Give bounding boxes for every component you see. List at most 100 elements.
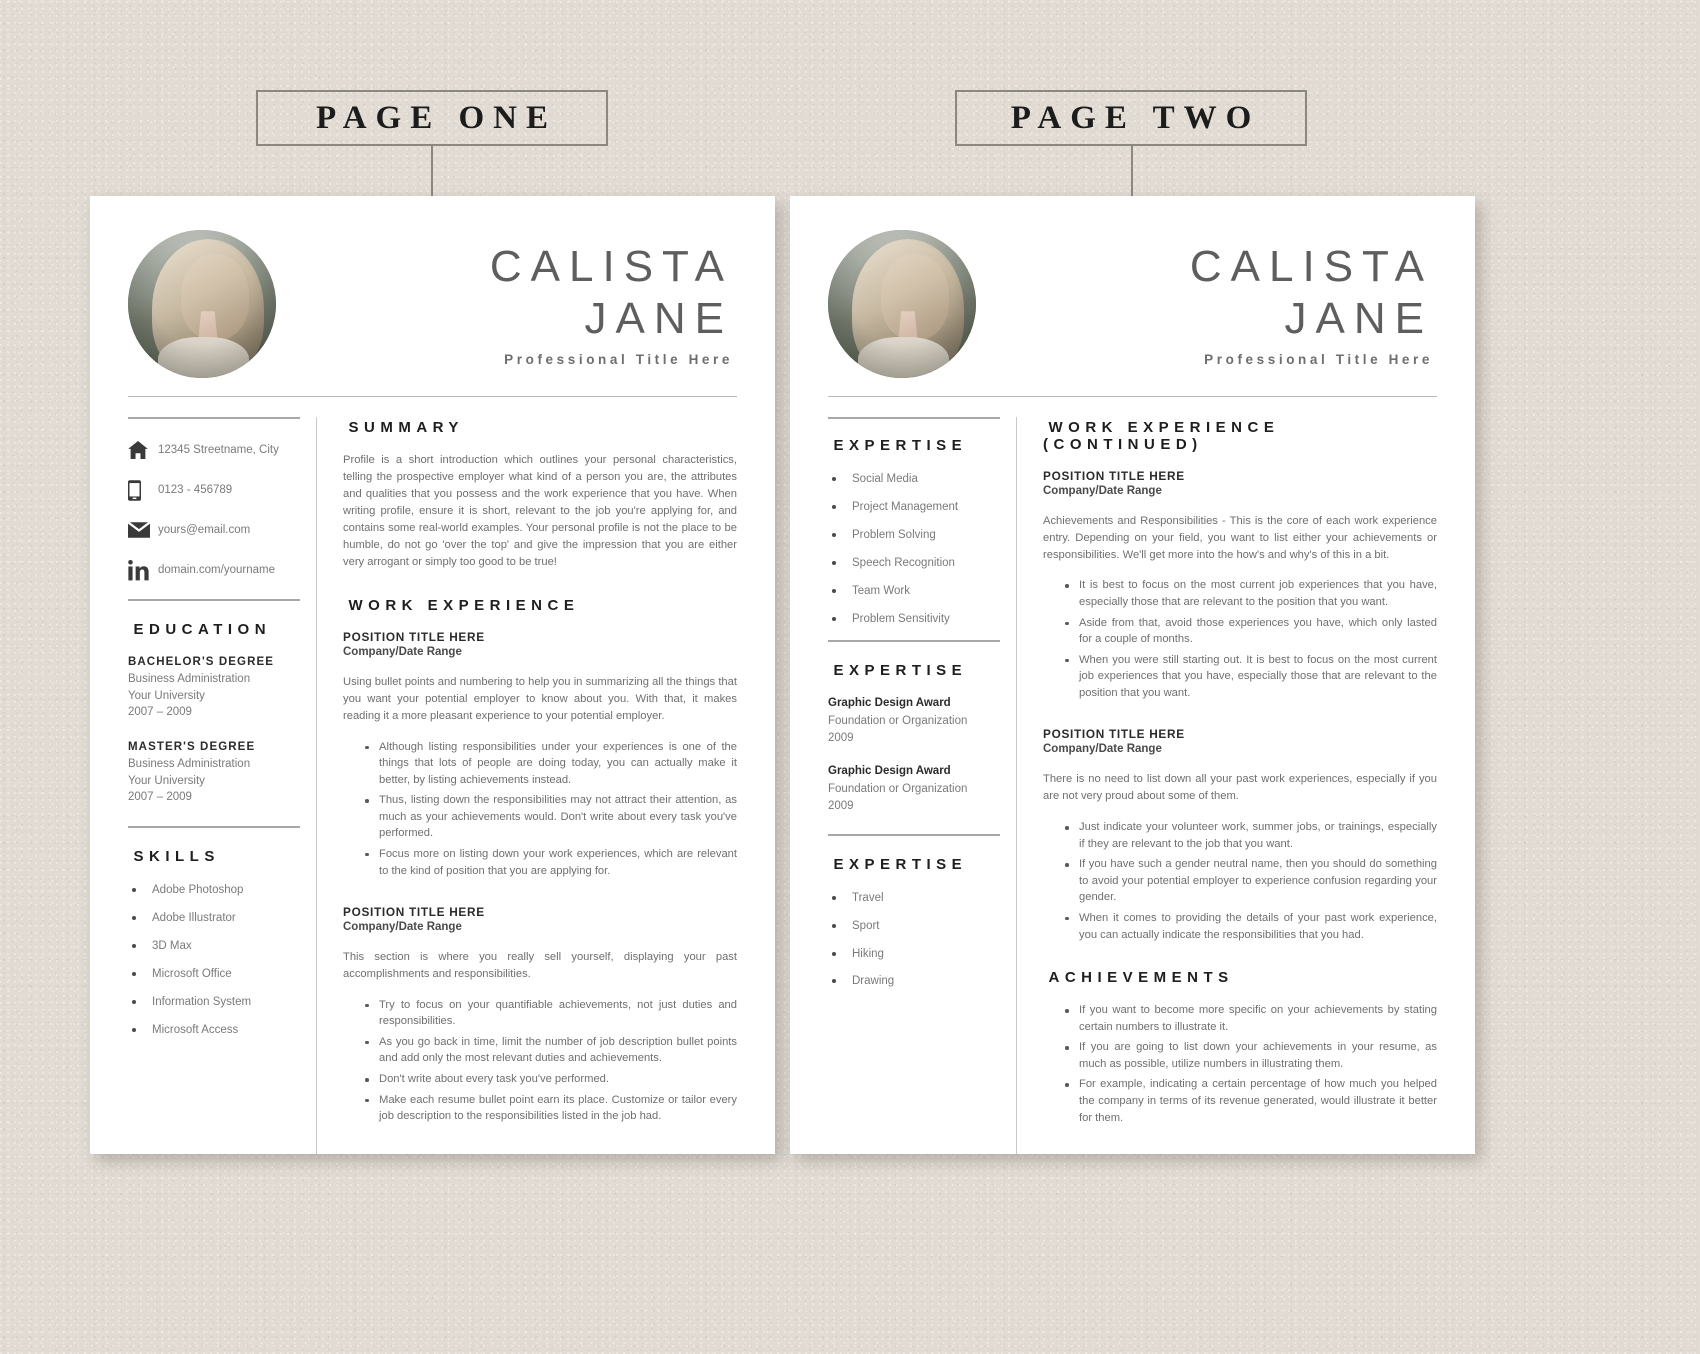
page-two-badge-stem [1131, 146, 1133, 198]
education-list: BACHELOR'S DEGREE Business Administration… [128, 656, 300, 806]
job-bullet: If you have such a gender neutral name, … [1043, 856, 1437, 906]
work-experience-heading: WORK EXPERIENCE [348, 597, 580, 615]
skill-item: Microsoft Access [128, 1023, 300, 1038]
expertise-divider-top [828, 417, 1000, 419]
page-one-header: CALISTA JANE Professional Title Here [128, 230, 737, 396]
skills-list: Adobe Photoshop Adobe Illustrator 3D Max Mi… [128, 883, 300, 1038]
job-bullet-list: Just indicate your volunteer work, summe… [1043, 819, 1437, 943]
job-header: POSITION TITLE HERE Company/Date Range [343, 905, 737, 933]
page-two-badge-label: PAGE TWO [1010, 99, 1261, 136]
award-organization: Foundation or Organization [828, 783, 968, 796]
summary-heading: SUMMARY [348, 419, 464, 436]
header-divider [828, 396, 1437, 397]
expertise-interests-heading: EXPERTISE [833, 855, 968, 873]
contact-row[interactable]: 0123 - 456789 [128, 477, 300, 503]
professional-title: Professional Title Here [504, 352, 733, 368]
page-one-main: SUMMARY Profile is a short introduction … [316, 417, 737, 1154]
job-bullet: It is best to focus on the most current … [1043, 577, 1437, 610]
name-block: CALISTA JANE Professional Title Here [481, 241, 737, 368]
job-entry: POSITION TITLE HERE Company/Date Range Usi… [343, 630, 737, 879]
education-school: Your University [128, 774, 205, 787]
job-company: Company/Date Range [1043, 485, 1162, 497]
job-bullet: Just indicate your volunteer work, summe… [1043, 819, 1437, 852]
education-divider [128, 599, 300, 601]
job-header: POSITION TITLE HERE Company/Date Range [1043, 469, 1437, 497]
contact-row[interactable]: domain.com/yourname [128, 557, 300, 583]
first-name: CALISTA [1189, 241, 1433, 291]
skills-divider [128, 826, 300, 829]
job-title: POSITION TITLE HERE [343, 630, 485, 645]
skills-heading: SKILLS [133, 848, 220, 866]
job-intro: There is no need to list down all your p… [1043, 773, 1437, 803]
job-bullet: Focus more on listing down your work exp… [343, 846, 737, 879]
education-field: Business Administration [128, 673, 251, 685]
skill-item: Information System [128, 995, 300, 1010]
phone-icon [128, 479, 158, 501]
achievement-bullet: For example, indicating a certain percen… [1043, 1076, 1437, 1126]
award-item: Graphic Design Award Foundation or Organi… [828, 765, 1000, 816]
interest-item: Travel [828, 891, 1000, 906]
job-bullet: When it comes to providing the details o… [1043, 910, 1437, 943]
last-name: JANE [1284, 294, 1433, 343]
job-intro: Using bullet points and numbering to hel… [343, 676, 737, 722]
page-two-main: WORK EXPERIENCE (CONTINUED) POSITION TIT… [1016, 417, 1437, 1154]
job-header: POSITION TITLE HERE Company/Date Range [1043, 727, 1437, 755]
expertise-awards-heading: EXPERTISE [833, 661, 968, 679]
skill-item: Adobe Illustrator [128, 911, 300, 926]
page-one-badge-label: PAGE ONE [316, 99, 557, 136]
first-name: CALISTA [489, 241, 733, 291]
interest-item: Drawing [828, 974, 1000, 989]
skill-item: Microsoft Office [128, 967, 300, 982]
resume-page-one: CALISTA JANE Professional Title Here 123… [90, 196, 775, 1154]
professional-title: Professional Title Here [1204, 352, 1433, 368]
achievement-bullet: If you want to become more specific on y… [1043, 1002, 1437, 1035]
expertise-item: Speech Recognition [828, 556, 1000, 571]
contact-row[interactable]: yours@email.com [128, 517, 300, 543]
education-item: BACHELOR'S DEGREE Business Administration… [128, 656, 300, 721]
job-company: Company/Date Range [343, 921, 462, 934]
award-name: Graphic Design Award [828, 765, 951, 778]
work-experience-continued-heading: WORK EXPERIENCE (CONTINUED) [1043, 419, 1280, 453]
envelope-icon [128, 522, 158, 538]
expertise-skills-heading: EXPERTISE [833, 437, 968, 454]
contact-row[interactable]: 12345 Streetname, City [128, 437, 300, 463]
job-bullet: Aside from that, avoid those experiences… [1043, 615, 1437, 648]
achievement-bullet: If you are going to list down your achie… [1043, 1039, 1437, 1072]
contact-list: 12345 Streetname, City 0123 - 456789 yours… [128, 437, 300, 583]
award-name: Graphic Design Award [828, 696, 951, 709]
page-one-sidebar: 12345 Streetname, City 0123 - 456789 yours… [128, 417, 316, 1154]
expertise-interests-list: Travel Sport Hiking Drawing [828, 891, 1000, 990]
job-intro: This section is where you really sell yo… [343, 951, 737, 980]
expertise-awards-divider [828, 639, 1000, 642]
summary-text: Profile is a short introduction which ou… [343, 454, 737, 569]
work-experience-list: POSITION TITLE HERE Company/Date Range Usi… [343, 630, 737, 1125]
achievements-heading: ACHIEVEMENTS [1048, 969, 1234, 987]
expertise-item: Project Management [828, 500, 1000, 515]
work-experience-continued-list: POSITION TITLE HERE Company/Date Range Ach… [1043, 469, 1437, 943]
education-years: 2007 – 2009 [128, 706, 192, 719]
award-organization: Foundation or Organization [828, 714, 968, 727]
job-header: POSITION TITLE HERE Company/Date Range [343, 630, 737, 658]
job-bullet: Thus, listing down the responsibilities … [343, 792, 737, 842]
expertise-item: Team Work [828, 584, 1000, 599]
job-title: POSITION TITLE HERE [343, 905, 485, 920]
achievements-list: If you want to become more specific on y… [1043, 1002, 1437, 1126]
skill-item: 3D Max [128, 939, 300, 954]
job-bullet-list: Although listing responsibilities under … [343, 739, 737, 880]
award-item: Graphic Design Award Foundation or Organi… [828, 697, 1000, 748]
expertise-item: Social Media [828, 472, 1000, 487]
education-school: Your University [128, 689, 205, 702]
page-two-sidebar: EXPERTISE Social Media Project Management… [828, 417, 1016, 1154]
job-bullet: As you go back in time, limit the number… [343, 1034, 737, 1067]
education-years: 2007 – 2009 [128, 791, 192, 804]
job-bullet: Make each resume bullet point earn its p… [343, 1092, 737, 1125]
award-year: 2009 [828, 731, 854, 744]
header-divider [128, 396, 737, 397]
job-bullet: When you were still starting out. It is … [1043, 652, 1437, 702]
expertise-skills-list: Social Media Project Management Problem So… [828, 472, 1000, 627]
last-name: JANE [584, 294, 733, 343]
contact-value: 12345 Streetname, City [158, 443, 279, 456]
award-year: 2009 [828, 800, 854, 813]
skill-item: Adobe Photoshop [128, 883, 300, 898]
avatar [128, 230, 276, 378]
